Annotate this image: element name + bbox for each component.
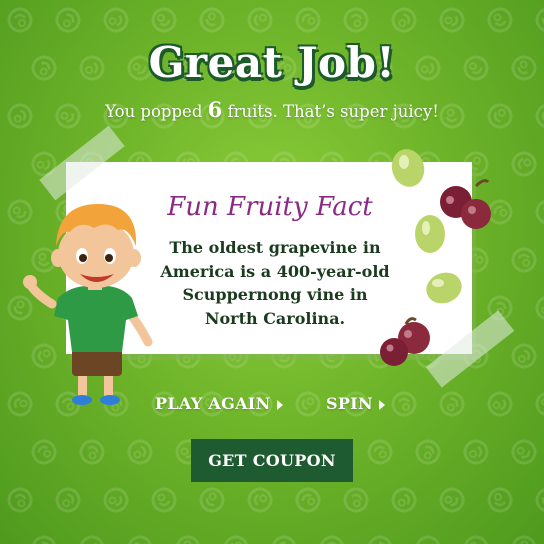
green-grape-icon [391, 149, 425, 187]
fruit-doodle-icon [463, 439, 489, 465]
play-again-button[interactable]: PLAY AGAIN [155, 394, 283, 413]
fruit-doodle-icon [149, 485, 179, 515]
spin-button[interactable]: SPIN [326, 394, 385, 413]
fruit-doodle-icon [51, 3, 85, 37]
grapes-illustration [380, 149, 491, 366]
fruit-count: 6 [207, 97, 223, 122]
fact-line: The oldest grapevine in [169, 238, 381, 257]
subtitle-prefix: You popped [105, 102, 203, 121]
fruit-doodle-icon [507, 531, 541, 544]
fruit-doodle-icon [290, 2, 326, 38]
score-summary: You popped 6 fruits. That’s super juicy! [0, 97, 544, 122]
fruit-doodle-icon [99, 483, 133, 517]
fruit-doodle-icon [318, 534, 346, 544]
spin-label: SPIN [326, 394, 373, 413]
fruit-doodle-icon [460, 532, 492, 544]
fruit-doodle-icon [171, 531, 205, 544]
fact-heading: Fun Fruity Fact [167, 192, 373, 222]
fruit-doodle-icon [508, 340, 540, 372]
fruit-doodle-icon [292, 388, 324, 420]
fruit-doodle-icon [363, 531, 397, 544]
subtitle-suffix: fruits. That’s super juicy! [227, 102, 439, 121]
play-triangle-icon [378, 399, 385, 410]
fruit-doodle-icon [246, 486, 274, 514]
fruit-doodle-icon [27, 435, 61, 469]
fruit-doodle-icon [531, 483, 544, 517]
fruit-doodle-icon [435, 483, 469, 517]
green-grape-icon [426, 272, 462, 304]
fruit-doodle-icon [532, 388, 544, 420]
green-grape-icon [415, 215, 445, 253]
fruit-doodle-icon [266, 530, 302, 544]
fruit-doodle-icon [123, 531, 157, 544]
fruit-doodle-icon [221, 533, 251, 544]
fruit-doodle-icon [194, 482, 230, 518]
get-coupon-button[interactable]: GET COUPON [191, 439, 353, 482]
red-grape-cluster-icon [380, 317, 430, 366]
fruit-doodle-icon [148, 4, 180, 36]
fruit-doodle-icon [341, 5, 371, 35]
fruit-doodle-icon [100, 4, 132, 36]
fruit-doodle-icon [195, 3, 229, 37]
boy-character-illustration [23, 204, 153, 405]
fruit-doodle-icon [487, 487, 513, 513]
fact-body: The oldest grapevine in America is a 400… [140, 236, 410, 330]
fruit-doodle-icon [485, 5, 515, 35]
red-grape-cluster-icon [440, 179, 491, 229]
fruit-doodle-icon [533, 197, 544, 227]
fruit-doodle-icon [435, 387, 469, 421]
fact-line: North Carolina. [204, 308, 346, 328]
fruit-doodle-icon [7, 7, 33, 33]
fruit-doodle-icon [411, 435, 445, 469]
fruit-doodle-icon [509, 149, 539, 179]
fact-line: Scuppernong vine in [182, 285, 368, 304]
fruit-doodle-icon [507, 435, 541, 469]
fruit-doodle-icon [246, 6, 274, 34]
game-screen: Great Job! You popped 6 fruits. That’s s… [0, 0, 544, 544]
fruit-doodle-icon [340, 484, 372, 516]
fruit-doodle-icon [51, 483, 85, 517]
fruit-doodle-icon [125, 437, 155, 467]
fruit-doodle-icon [387, 3, 421, 37]
fruit-doodle-icon [291, 483, 325, 517]
fruit-doodle-icon [391, 391, 417, 417]
fruit-doodle-icon [484, 388, 516, 420]
play-again-label: PLAY AGAIN [155, 394, 271, 413]
fruit-doodle-icon [5, 485, 35, 515]
fruit-doodle-icon [412, 532, 444, 544]
play-triangle-icon [276, 399, 283, 410]
fruit-doodle-icon [364, 436, 396, 468]
fruit-doodle-icon [435, 3, 469, 37]
fruit-doodle-icon [26, 530, 62, 544]
fact-line: America is a 400-year-old [160, 261, 390, 281]
fruit-doodle-icon [510, 246, 538, 274]
fruit-doodle-icon [75, 435, 109, 469]
fruit-doodle-icon [388, 484, 420, 516]
fruit-doodle-icon [77, 533, 107, 544]
fruit-doodle-icon [530, 2, 544, 38]
page-title: Great Job! [148, 38, 396, 87]
fruit-doodle-icon [534, 294, 544, 322]
